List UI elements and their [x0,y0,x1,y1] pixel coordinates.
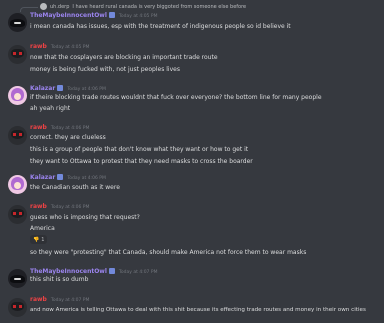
reply-text: I have heard rural canada is very biggot… [72,3,247,10]
message-text: they want to Ottawa to protest that they… [30,158,253,165]
timestamp: Today at 4:06 PM [50,126,90,131]
username[interactable]: TheMaybeInnocentOwl [30,268,107,275]
message-text: now that the cosplayers are blocking an … [30,54,218,61]
username[interactable]: rawb [30,124,47,131]
badge-icon [108,12,115,18]
reaction-count: 1 [41,236,45,243]
timestamp: Today at 4:07 PM [50,298,90,303]
message-text: money is being fucked with, not just peo… [30,66,180,73]
message-text: this shit is so dumb [30,276,89,283]
avatar[interactable] [8,45,27,64]
message-text: America [30,225,55,232]
message-text: so they were "protesting" that Canada, s… [30,249,307,256]
avatar[interactable] [8,86,27,105]
message-text: and now America is telling Ottawa to dea… [30,307,366,313]
thumbs-down-icon: 👎 [33,236,40,243]
avatar[interactable] [8,205,27,224]
avatar[interactable] [8,298,27,317]
chat-messages: uh.derp I have heard rural canada is ver… [0,0,384,323]
message-text: the Canadian south as it were [30,184,120,191]
reaction-button[interactable]: 👎 1 [30,235,48,244]
message-text: i mean canada has issues, esp with the t… [30,23,291,30]
timestamp: Today at 4:07 PM [118,270,158,275]
timestamp: Today at 4:06 PM [67,87,106,92]
username[interactable]: TheMaybeInnocentOwl [30,12,107,19]
message-text: if theire blocking trade routes wouldnt … [30,94,322,101]
username[interactable]: rawb [30,296,47,303]
reply-author[interactable]: uh.derp [50,4,69,10]
avatar[interactable] [8,13,27,32]
message-text: correct. they are clueless [30,134,106,141]
timestamp: Today at 4:06 PM [50,205,90,210]
username[interactable]: rawb [30,203,47,210]
badge-icon [108,268,115,274]
avatar[interactable] [8,269,27,288]
username[interactable]: Kalazar [30,174,55,181]
message-text: ah yeah right [30,105,71,112]
avatar[interactable] [8,126,27,145]
username[interactable]: Kalazar [30,85,55,92]
reply-reference[interactable]: uh.derp I have heard rural canada is ver… [40,3,246,10]
timestamp: Today at 4:05 PM [118,14,158,19]
avatar[interactable] [8,175,27,194]
timestamp: Today at 4:06 PM [67,176,106,181]
username[interactable]: rawb [30,43,47,50]
reply-avatar [40,3,47,10]
badge-icon [57,174,64,180]
badge-icon [57,85,64,91]
message-text: this is a group of people that don't kno… [30,146,249,153]
timestamp: Today at 4:05 PM [50,45,90,50]
message-text: guess who is imposing that request? [30,214,140,221]
